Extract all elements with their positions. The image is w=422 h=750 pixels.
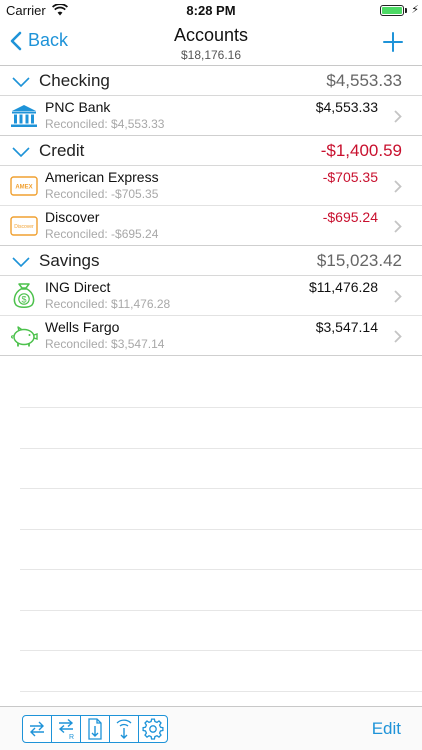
add-account-button[interactable] [382,31,404,53]
reconciled-balance: Reconciled: -$705.35 [45,187,159,201]
amex-card-icon: AMEX [10,176,38,196]
account-row-pnc-bank[interactable]: PNC Bank Reconciled: $4,553.33 $4,553.33 [0,96,422,136]
reconciled-balance: Reconciled: $4,553.33 [45,117,165,131]
chevron-right-icon [394,330,402,343]
import-file-button[interactable] [80,715,110,743]
edit-button[interactable]: Edit [372,719,401,739]
page-title: Accounts [173,25,249,45]
chevron-down-icon [12,147,30,157]
empty-row-separator [20,610,422,611]
battery-icon [380,5,404,16]
reconcile-transfer-button[interactable]: R [51,715,81,743]
clock: 8:28 PM [186,3,236,18]
reconciled-balance: Reconciled: $11,476.28 [45,297,171,311]
reconcile-transfer-icon: R [58,718,74,740]
toolbar-button-group: R [22,715,168,743]
wifi-sync-button[interactable] [109,715,139,743]
settings-button[interactable] [138,715,168,743]
section-total: $15,023.42 [316,251,402,270]
account-balance: $11,476.28 [308,279,378,295]
reconciled-balance: Reconciled: $3,547.14 [45,337,165,351]
section-name: Savings [39,251,100,270]
section-header-savings[interactable]: Savings $15,023.42 [0,246,422,276]
account-balance: $3,547.14 [315,319,378,335]
account-name: Discover [45,209,100,225]
chevron-down-icon [12,77,30,87]
empty-row-separator [20,569,422,570]
account-row-ing-direct[interactable]: $ ING Direct Reconciled: $11,476.28 $11,… [0,276,422,316]
charging-icon: ⚡ [411,4,419,16]
empty-row-separator [20,448,422,449]
account-name: ING Direct [45,279,111,295]
navigation-bar: Back Accounts $18,176.16 [0,22,422,66]
account-row-discover[interactable]: Discover Discover Reconciled: -$695.24 -… [0,206,422,246]
money-bag-symbol: $ [21,295,26,305]
section-name: Checking [39,71,110,90]
reconciled-balance: Reconciled: -$695.24 [45,227,159,241]
section-total: -$1,400.59 [320,141,402,160]
accounts-list: Checking $4,553.33 PNC Bank Reconciled: … [0,66,422,356]
chevron-right-icon [394,290,402,303]
bottom-toolbar: R Edit [0,706,422,750]
account-balance: -$695.24 [322,209,378,225]
money-bag-icon: $ [13,283,35,308]
account-name: American Express [45,169,159,185]
wifi-sync-icon [116,719,132,739]
transfer-button[interactable] [22,715,52,743]
amex-card-text: AMEX [15,185,32,191]
account-row-wells-fargo[interactable]: Wells Fargo Reconciled: $3,547.14 $3,547… [0,316,422,356]
transfer-icon [30,721,44,737]
discover-card-text: Discover [14,224,34,230]
battery-tip [405,8,407,13]
chevron-right-icon [394,220,402,233]
empty-row-separator [20,407,422,408]
section-header-checking[interactable]: Checking $4,553.33 [0,66,422,96]
piggy-bank-icon [10,326,38,347]
empty-row-separator [20,488,422,489]
chevron-right-icon [394,180,402,193]
transfer-letter: R [69,734,74,740]
empty-row-separator [20,529,422,530]
chevron-down-icon [12,257,30,267]
discover-card-icon: Discover [10,216,38,236]
account-name: PNC Bank [45,99,111,115]
total-balance: $18,176.16 [180,48,242,62]
import-file-icon [88,718,102,740]
account-name: Wells Fargo [45,319,120,335]
bank-icon [11,105,37,127]
account-row-american-express[interactable]: AMEX American Express Reconciled: -$705.… [0,166,422,206]
empty-row-separator [20,691,422,692]
status-bar: Carrier 8:28 PM ⚡ [0,0,422,22]
section-total: $4,553.33 [326,71,402,90]
account-balance: -$705.35 [322,169,378,185]
settings-gear-icon [142,718,164,740]
empty-row-separator [20,650,422,651]
chevron-right-icon [394,110,402,123]
section-name: Credit [39,141,85,160]
account-balance: $4,553.33 [315,99,378,115]
section-header-credit[interactable]: Credit -$1,400.59 [0,136,422,166]
